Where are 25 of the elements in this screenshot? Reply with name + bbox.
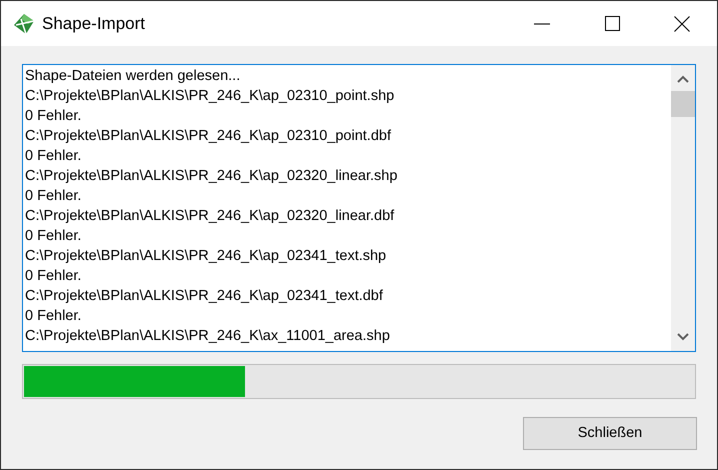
log-line: C:\Projekte\BPlan\ALKIS\PR_246_K\ax_11001_area.shp: [25, 327, 390, 346]
close-dialog-button[interactable]: Schließen: [523, 417, 697, 450]
log-line: C:\Projekte\BPlan\ALKIS\PR_246_K\ap_02341_text.dbf: [25, 287, 383, 306]
log-line: Shape-Dateien werden gelesen...: [25, 67, 240, 86]
window-title: Shape-Import: [42, 12, 145, 35]
log-line: 0 Fehler.: [25, 307, 82, 326]
app-logo-icon: [13, 12, 35, 34]
scroll-up-icon[interactable]: [677, 75, 689, 83]
log-line: C:\Projekte\BPlan\ALKIS\PR_246_K\ap_02341_text.shp: [25, 247, 386, 266]
log-line: 0 Fehler.: [25, 227, 82, 246]
scrollbar[interactable]: [671, 65, 695, 351]
scrollbar-thumb[interactable]: [671, 91, 695, 117]
maximize-icon: [604, 16, 620, 31]
log-line: C:\Projekte\BPlan\ALKIS\PR_246_K\ap_02310_point.shp: [25, 87, 394, 106]
minimize-icon: [534, 22, 550, 24]
log-line: 0 Fehler.: [25, 147, 82, 166]
scroll-down-icon[interactable]: [677, 333, 689, 341]
log-line: 0 Fehler.: [25, 187, 82, 206]
log-text-area[interactable]: [22, 64, 696, 352]
log-line: 0 Fehler.: [25, 107, 82, 126]
log-line: 0 Fehler.: [25, 267, 82, 286]
log-line: C:\Projekte\BPlan\ALKIS\PR_246_K\ap_02320_linear.shp: [25, 167, 398, 186]
log-line: C:\Projekte\BPlan\ALKIS\PR_246_K\ap_02310_point.dbf: [25, 127, 391, 146]
close-icon: [674, 16, 690, 32]
log-line: C:\Projekte\BPlan\ALKIS\PR_246_K\ap_02320_linear.dbf: [25, 207, 394, 226]
